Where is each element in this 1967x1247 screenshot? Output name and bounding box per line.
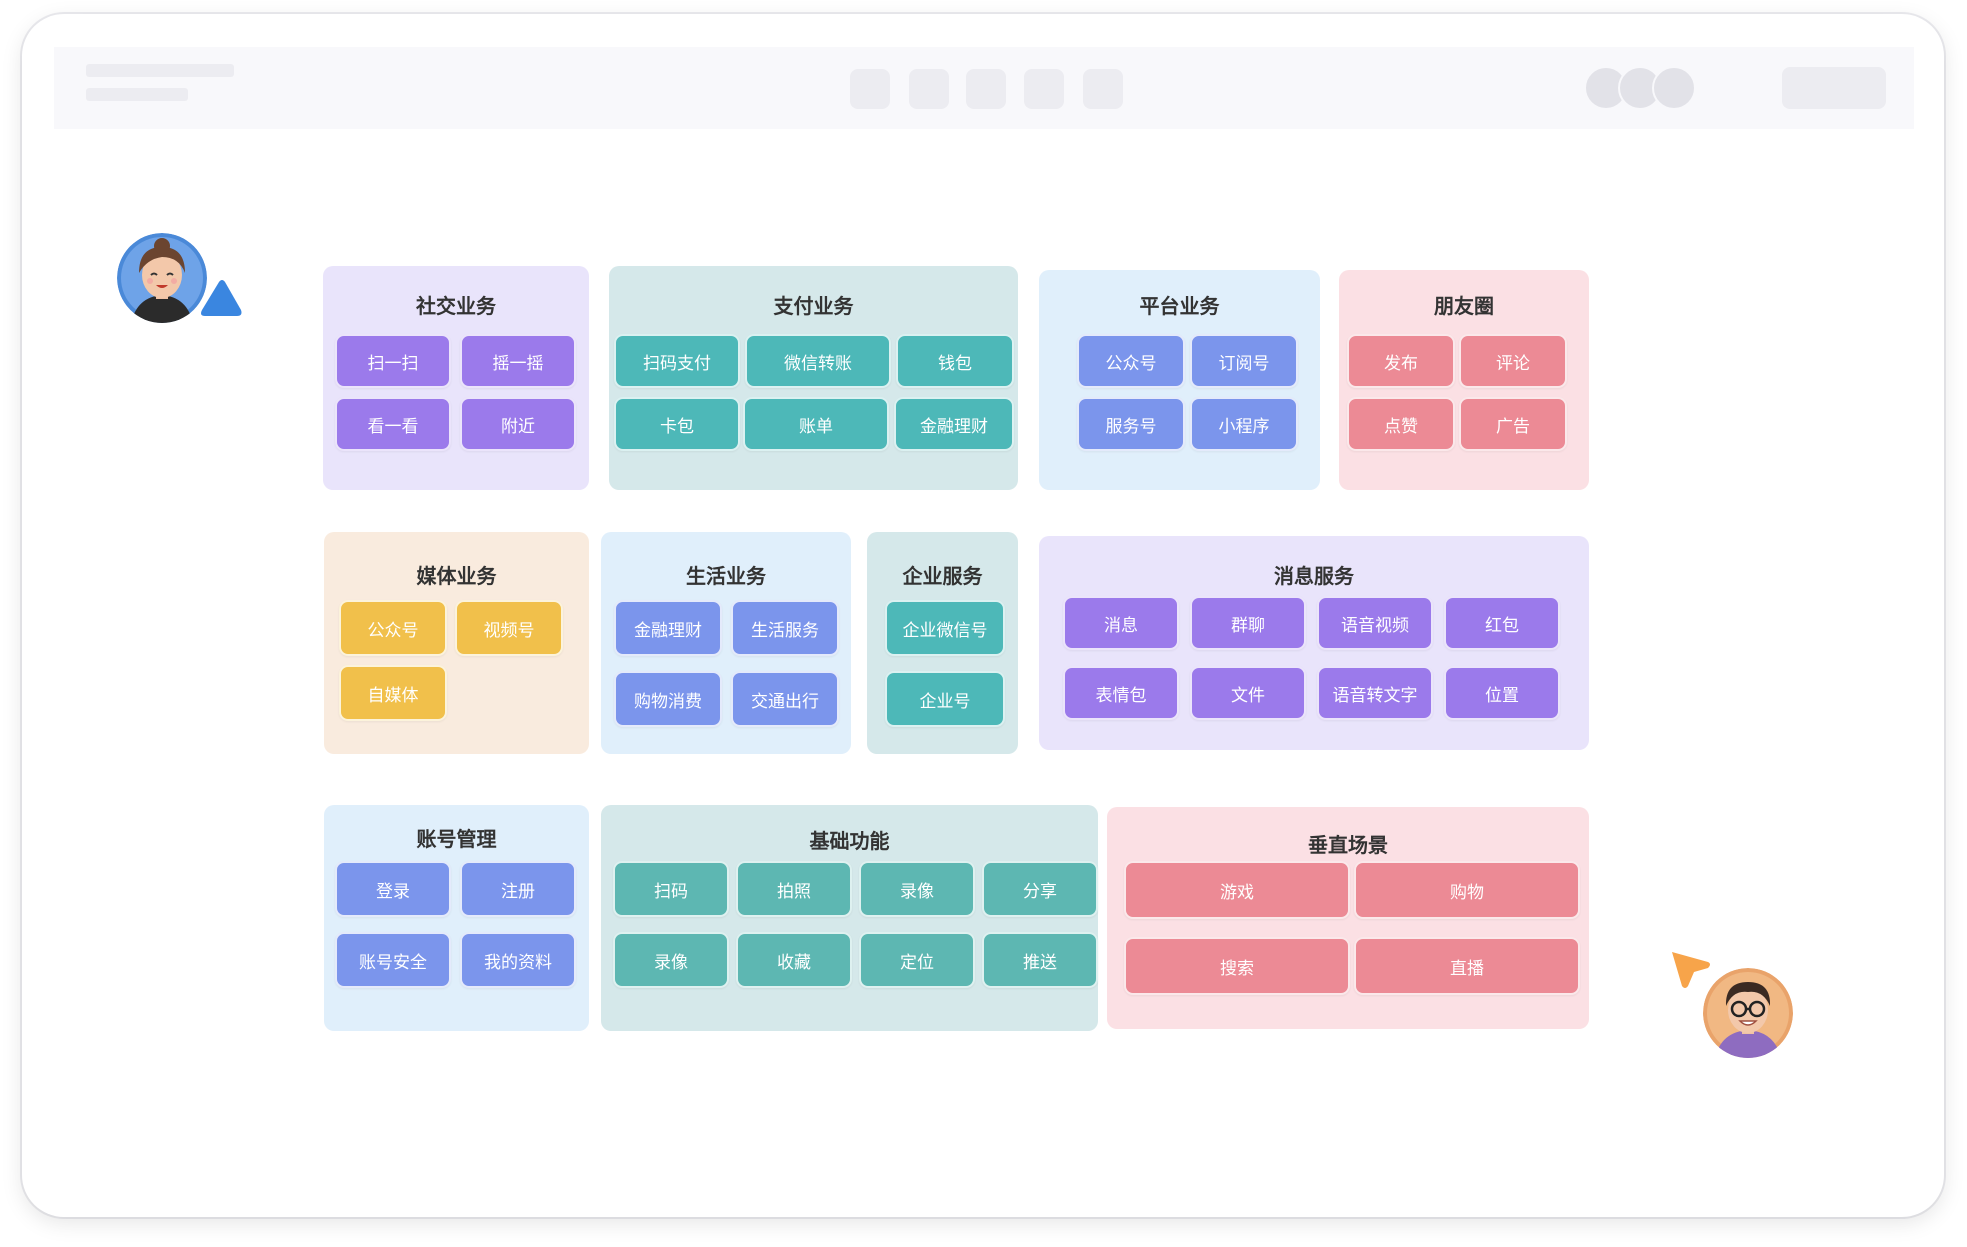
chip-transfer[interactable]: 微信转账 (745, 334, 891, 388)
panel-platform: 平台业务 公众号 订阅号 服务号 小程序 (1039, 270, 1320, 490)
man-glasses-avatar-icon (1703, 968, 1793, 1058)
panel-account: 账号管理 登录 注册 账号安全 我的资料 (324, 805, 589, 1031)
panel-title: 平台业务 (1139, 294, 1220, 318)
title-placeholder-line (86, 64, 234, 77)
chip-self-media[interactable]: 自媒体 (339, 665, 447, 721)
panel-title: 生活业务 (686, 564, 766, 588)
chip-comment[interactable]: 评论 (1459, 334, 1567, 388)
chip-account-security[interactable]: 账号安全 (335, 932, 451, 988)
chip-red-packet[interactable]: 红包 (1444, 596, 1560, 650)
panel-title: 媒体业务 (416, 564, 497, 588)
panel-title: 朋友圈 (1434, 294, 1494, 318)
chip-official-account[interactable]: 公众号 (1077, 334, 1185, 388)
share-button[interactable] (1782, 67, 1886, 109)
chip-wallet[interactable]: 钱包 (896, 334, 1014, 388)
chip-login[interactable]: 登录 (335, 861, 451, 917)
chip-record[interactable]: 录像 (859, 861, 975, 917)
chip-finance[interactable]: 金融理财 (894, 397, 1014, 451)
toolbar-button-5[interactable] (1083, 69, 1123, 109)
panel-vertical: 垂直场景 游戏 购物 搜索 直播 (1107, 807, 1589, 1029)
chip-voice-video[interactable]: 语音视频 (1317, 596, 1433, 650)
toolbar-button-3[interactable] (966, 69, 1006, 109)
chip-nearby[interactable]: 附近 (460, 397, 576, 451)
panel-title: 支付业务 (773, 294, 854, 318)
chip-look[interactable]: 看一看 (335, 397, 451, 451)
chip-push[interactable]: 推送 (982, 932, 1098, 988)
chip-subscription[interactable]: 订阅号 (1190, 334, 1298, 388)
chip-search[interactable]: 搜索 (1124, 937, 1350, 995)
subtitle-placeholder-line (86, 88, 188, 101)
panel-life: 生活业务 金融理财 生活服务 购物消费 交通出行 (601, 532, 851, 754)
chip-bill[interactable]: 账单 (743, 397, 889, 451)
cursor-pointer-icon (199, 278, 245, 324)
chip-locate[interactable]: 定位 (859, 932, 975, 988)
panel-title: 基础功能 (809, 829, 890, 853)
chip-share[interactable]: 分享 (982, 861, 1098, 917)
chip-favorite[interactable]: 收藏 (736, 932, 852, 988)
chip-game[interactable]: 游戏 (1124, 861, 1350, 919)
panel-title: 账号管理 (416, 827, 497, 851)
chip-shake[interactable]: 摇一摇 (460, 334, 576, 388)
chip-shopping[interactable]: 购物消费 (614, 671, 722, 727)
chip-card[interactable]: 卡包 (614, 397, 740, 451)
chip-scan-pay[interactable]: 扫码支付 (614, 334, 740, 388)
chip-register[interactable]: 注册 (460, 861, 576, 917)
chip-ads[interactable]: 广告 (1459, 397, 1567, 451)
panel-title: 企业服务 (902, 564, 983, 588)
woman-avatar-icon (117, 233, 207, 323)
panel-moments: 朋友圈 发布 评论 点赞 广告 (1339, 270, 1589, 490)
chip-transport[interactable]: 交通出行 (731, 671, 839, 727)
panel-title: 消息服务 (1274, 564, 1354, 588)
chip-live[interactable]: 直播 (1354, 937, 1580, 995)
chip-voice-to-text[interactable]: 语音转文字 (1317, 666, 1433, 720)
panel-basic: 基础功能 扫码 拍照 录像 分享 录像 收藏 定位 推送 (601, 805, 1098, 1031)
chip-service-account[interactable]: 服务号 (1077, 397, 1185, 451)
toolbar-button-1[interactable] (850, 69, 890, 109)
panel-social: 社交业务 扫一扫 摇一摇 看一看 附近 (323, 266, 589, 490)
chip-my-profile[interactable]: 我的资料 (460, 932, 576, 988)
chip-shopping[interactable]: 购物 (1354, 861, 1580, 919)
chip-record-2[interactable]: 录像 (613, 932, 729, 988)
chip-channels[interactable]: 视频号 (455, 600, 563, 656)
toolbar-button-4[interactable] (1024, 69, 1064, 109)
collaborator-avatar-3[interactable] (1652, 66, 1696, 110)
cursor-pointer-icon (1668, 948, 1714, 994)
chip-life-service[interactable]: 生活服务 (731, 600, 839, 656)
chip-sticker[interactable]: 表情包 (1063, 666, 1179, 720)
panel-media: 媒体业务 公众号 视频号 自媒体 (324, 532, 589, 754)
chip-scan[interactable]: 扫一扫 (335, 334, 451, 388)
chip-group-chat[interactable]: 群聊 (1190, 596, 1306, 650)
chip-scan[interactable]: 扫码 (613, 861, 729, 917)
chip-message[interactable]: 消息 (1063, 596, 1179, 650)
chip-official-account[interactable]: 公众号 (339, 600, 447, 656)
panel-message: 消息服务 消息 群聊 语音视频 红包 表情包 文件 语音转文字 位置 (1039, 536, 1589, 750)
chip-enterprise-account[interactable]: 企业号 (885, 671, 1005, 727)
chip-like[interactable]: 点赞 (1347, 397, 1455, 451)
toolbar-button-2[interactable] (909, 69, 949, 109)
panel-enterprise: 企业服务 企业微信号 企业号 (867, 532, 1018, 754)
chip-publish[interactable]: 发布 (1347, 334, 1455, 388)
chip-mini-program[interactable]: 小程序 (1190, 397, 1298, 451)
chip-finance[interactable]: 金融理财 (614, 600, 722, 656)
chip-wecom[interactable]: 企业微信号 (885, 600, 1005, 656)
chip-location[interactable]: 位置 (1444, 666, 1560, 720)
chip-file[interactable]: 文件 (1190, 666, 1306, 720)
top-toolbar (54, 47, 1914, 129)
panel-title: 垂直场景 (1308, 833, 1388, 857)
chip-photo[interactable]: 拍照 (736, 861, 852, 917)
panel-payment: 支付业务 扫码支付 微信转账 钱包 卡包 账单 金融理财 (609, 266, 1018, 490)
panel-title: 社交业务 (416, 294, 496, 318)
